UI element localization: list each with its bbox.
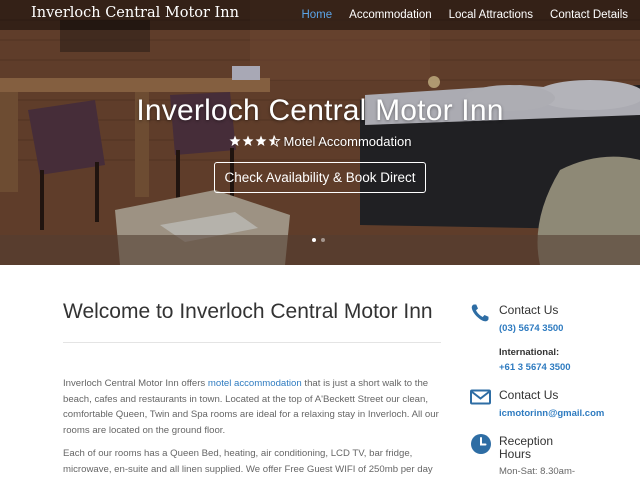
site-header: Inverloch Central Motor Inn Home Accommo…	[0, 0, 640, 30]
phone-icon	[471, 304, 489, 322]
email-icon	[470, 389, 491, 405]
star-half-icon	[268, 135, 274, 146]
hours-heading-line2: Hours	[499, 447, 532, 461]
hero-subtitle: Motel Accommodation	[283, 134, 412, 149]
page-title: Welcome to Inverloch Central Motor Inn	[63, 300, 433, 323]
hero-slider: Inverloch Central Motor Inn Home Accommo…	[0, 0, 640, 265]
title-divider	[63, 342, 441, 343]
star-icon	[255, 135, 267, 146]
clock-icon	[471, 434, 491, 454]
hours-heading: Reception Hours	[499, 435, 553, 461]
nav-item-accommodation[interactable]: Accommodation	[349, 9, 431, 21]
nav-item-home[interactable]: Home	[301, 9, 332, 21]
nav-item-contact-details[interactable]: Contact Details	[550, 9, 628, 21]
slider-dots	[312, 238, 325, 242]
international-label: International:	[499, 347, 560, 358]
hours-heading-line1: Reception	[499, 434, 554, 448]
hours-text: Mon-Sat: 8.30am-	[499, 466, 576, 477]
hero-overlay	[0, 0, 640, 265]
main-nav: Home Accommodation Local Attractions Con…	[284, 0, 628, 30]
amenities-paragraph: Each of our rooms has a Queen Bed, heati…	[63, 448, 433, 475]
hero-subtitle-row: Motel Accommodation	[0, 134, 640, 149]
email-link[interactable]: icmotorinn@gmail.com	[499, 408, 604, 419]
slider-dot-2[interactable]	[321, 238, 325, 242]
phone-link[interactable]: (03) 5674 3500	[499, 323, 563, 334]
intro-text-start: Inverloch Central Motor Inn offers	[63, 378, 208, 389]
star-icon	[242, 135, 254, 146]
star-icon	[229, 135, 241, 146]
intro-paragraph: Inverloch Central Motor Inn offers motel…	[63, 376, 441, 438]
star-rating	[229, 135, 281, 147]
site-logo-text[interactable]: Inverloch Central Motor Inn	[31, 5, 239, 21]
nav-item-local-attractions[interactable]: Local Attractions	[449, 9, 533, 21]
international-phone-link[interactable]: +61 3 5674 3500	[499, 362, 571, 373]
book-direct-button[interactable]: Check Availability & Book Direct	[214, 162, 426, 193]
contact-email-heading: Contact Us	[499, 388, 559, 402]
motel-accommodation-link[interactable]: motel accommodation	[208, 378, 302, 389]
slider-dot-1[interactable]	[312, 238, 316, 242]
hero-title: Inverloch Central Motor Inn	[136, 94, 504, 127]
contact-phone-heading: Contact Us	[499, 303, 559, 317]
